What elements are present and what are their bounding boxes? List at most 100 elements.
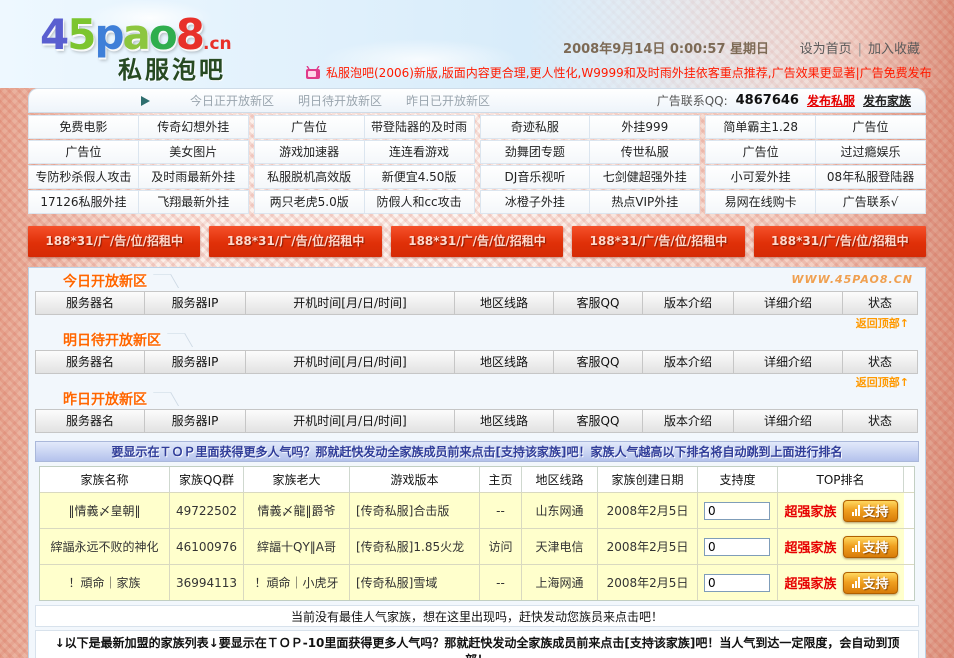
grid-link[interactable]: 外挂999	[589, 115, 700, 139]
server-col-header: 开机时间[月/日/时间]	[245, 409, 455, 433]
super-family-badge: 超强家族	[784, 537, 836, 556]
nav-link-0[interactable]: 今日正开放新区	[190, 92, 274, 109]
family-homepage-link[interactable]: --	[480, 565, 522, 600]
grid-link[interactable]: 新便宜4.50版	[364, 165, 475, 189]
server-table-header-today: 服务器名服务器IP开机时间[月/日/时间]地区线路客服QQ版本介绍详细介绍状态	[35, 291, 919, 315]
ad-banner-0[interactable]: 188*31/广/告/位/招租中	[28, 226, 200, 257]
grid-link[interactable]: 劲舞团专题	[480, 140, 591, 164]
grid-group: 专防秒杀假人攻击及时雨最新外挂	[28, 165, 249, 189]
grid-link[interactable]: 传世私服	[589, 140, 700, 164]
super-family-badge: 超强家族	[784, 501, 836, 520]
grid-link[interactable]: 广告位	[254, 115, 365, 139]
grid-link[interactable]: 七剑健超强外挂	[589, 165, 700, 189]
support-count-input[interactable]	[704, 502, 770, 520]
bar-chart-icon	[852, 505, 860, 516]
grid-link[interactable]: 专防秒杀假人攻击	[28, 165, 139, 189]
grid-link[interactable]: 小可爱外挂	[705, 165, 816, 189]
grid-link[interactable]: DJ音乐视听	[480, 165, 591, 189]
section-title: 今日开放新区	[63, 271, 147, 291]
family-col-header: 地区线路	[522, 467, 598, 492]
grid-link[interactable]: 奇迹私服	[480, 115, 591, 139]
grid-link[interactable]: 私服脱机高效版	[254, 165, 365, 189]
server-col-header: 地区线路	[454, 291, 554, 315]
grid-link[interactable]: 游戏加速器	[254, 140, 365, 164]
grid-link[interactable]: 两只老虎5.0版	[254, 190, 365, 214]
grid-link[interactable]: 广告位	[815, 115, 926, 139]
server-col-header: 版本介绍	[642, 291, 734, 315]
ad-banner-2[interactable]: 188*31/广/告/位/招租中	[391, 226, 563, 257]
grid-group: 广告位过过瘾娱乐	[705, 140, 926, 164]
family-col-header: 家族QQ群	[170, 467, 244, 492]
grid-link[interactable]: 免费电影	[28, 115, 139, 139]
support-button[interactable]: 支持	[843, 500, 898, 522]
grid-link[interactable]: 及时雨最新外挂	[138, 165, 249, 189]
nav-links: 今日正开放新区 明日待开放新区 昨日已开放新区	[190, 92, 490, 109]
grid-link[interactable]: 广告位	[705, 140, 816, 164]
site-logo[interactable]: 45pao8.cn 私服泡吧	[40, 14, 232, 82]
family-qq: 49722502	[170, 493, 244, 528]
family-top-rank-cell: 超强家族支持	[778, 529, 904, 564]
ad-banner-3[interactable]: 188*31/广/告/位/招租中	[572, 226, 744, 257]
grid-group: 广告位带登陆器的及时雨	[254, 115, 475, 139]
logo-subtitle: 私服泡吧	[118, 58, 232, 82]
ad-contact-qq: 4867646	[736, 93, 799, 108]
family-qq: 46100976	[170, 529, 244, 564]
grid-link[interactable]: 冰橙子外挂	[480, 190, 591, 214]
server-col-header: 地区线路	[454, 409, 554, 433]
header-meta: 2008年9月14日 0:00:57 星期日 设为首页|加入收藏	[563, 38, 920, 57]
bar-chart-icon	[852, 577, 860, 588]
nav-right: 广告联系QQ: 4867646 发布私服 发布家族	[657, 92, 911, 109]
tv-icon	[305, 66, 321, 80]
publish-sifu-link[interactable]: 发布私服	[807, 92, 855, 109]
grid-link[interactable]: 17126私服外挂	[28, 190, 139, 214]
family-region-line: 山东网通	[522, 493, 598, 528]
no-family-notice: 当前没有最佳人气家族，想在这里出现吗，赶快发动您族员来点击吧！	[35, 605, 919, 627]
grid-link[interactable]: 08年私服登陆器	[815, 165, 926, 189]
grid-group: 奇迹私服外挂999	[480, 115, 701, 139]
tab-edge-decoration	[153, 274, 179, 288]
family-game-version: [传奇私服]合击版	[350, 493, 480, 528]
family-homepage-link[interactable]: 访问	[480, 529, 522, 564]
grid-link[interactable]: 易网在线购卡	[705, 190, 816, 214]
family-created-date: 2008年2月5日	[598, 529, 698, 564]
grid-link[interactable]: 广告位	[28, 140, 139, 164]
support-button[interactable]: 支持	[843, 572, 898, 594]
super-family-badge: 超强家族	[784, 573, 836, 592]
grid-group: 冰橙子外挂热点VIP外挂	[480, 190, 701, 214]
grid-link[interactable]: 带登陆器的及时雨	[364, 115, 475, 139]
family-col-header: 家族老大	[244, 467, 350, 492]
ad-banner-4[interactable]: 188*31/广/告/位/招租中	[754, 226, 926, 257]
server-col-header: 详细介绍	[733, 409, 843, 433]
set-homepage-link[interactable]: 设为首页	[800, 42, 852, 57]
server-col-header: 客服QQ	[553, 291, 643, 315]
family-col-header: TOP排名	[778, 467, 904, 492]
grid-row: 专防秒杀假人攻击及时雨最新外挂私服脱机高效版新便宜4.50版DJ音乐视听七剑健超…	[28, 165, 926, 189]
server-col-header: 版本介绍	[642, 409, 734, 433]
grid-link[interactable]: 过过瘾娱乐	[815, 140, 926, 164]
ad-banner-1[interactable]: 188*31/广/告/位/招租中	[209, 226, 381, 257]
datetime-text: 2008年9月14日 0:00:57 星期日	[563, 42, 769, 57]
grid-link[interactable]: 美女图片	[138, 140, 249, 164]
add-favorite-link[interactable]: 加入收藏	[868, 42, 920, 57]
nav-link-2[interactable]: 昨日已开放新区	[406, 92, 490, 109]
server-col-header: 服务器名	[35, 350, 145, 374]
grid-link[interactable]: 防假人和cc攻击	[364, 190, 475, 214]
grid-link[interactable]: 传奇幻想外挂	[138, 115, 249, 139]
family-col-header: 主页	[480, 467, 522, 492]
nav-link-1[interactable]: 明日待开放新区	[298, 92, 382, 109]
family-leader: 縡諨十QY‖A哥	[244, 529, 350, 564]
support-button[interactable]: 支持	[843, 536, 898, 558]
family-homepage-link[interactable]: --	[480, 493, 522, 528]
support-count-input[interactable]	[704, 574, 770, 592]
grid-link[interactable]: 连连看游戏	[364, 140, 475, 164]
grid-link[interactable]: 飞翔最新外挂	[138, 190, 249, 214]
family-col-header: 家族名称	[40, 467, 170, 492]
grid-link[interactable]: 热点VIP外挂	[589, 190, 700, 214]
support-count-input[interactable]	[704, 538, 770, 556]
publish-family-link[interactable]: 发布家族	[863, 92, 911, 109]
family-game-version: [传奇私服]雪域	[350, 565, 480, 600]
server-col-header: 状态	[842, 350, 918, 374]
grid-link[interactable]: 简单霸主1.28	[705, 115, 816, 139]
family-table: 家族名称家族QQ群家族老大游戏版本主页地区线路家族创建日期支持度TOP排名‖情義…	[39, 466, 915, 601]
grid-link[interactable]: 广告联系√	[815, 190, 926, 214]
